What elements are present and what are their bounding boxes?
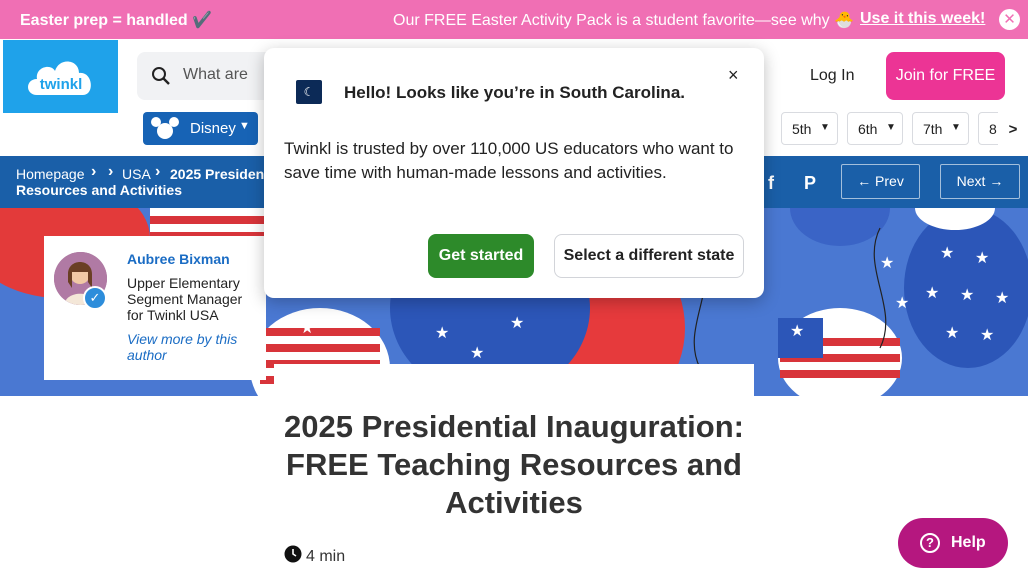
page-title: 2025 Presidential Inauguration: FREE Tea… — [284, 409, 744, 520]
breadcrumb-usa[interactable]: USA — [122, 166, 151, 182]
next-button[interactable]: Next → — [940, 164, 1020, 199]
verified-check-icon: ✓ — [83, 286, 107, 310]
promo-left-text: Easter prep = handled ✔️ — [20, 12, 212, 29]
disney-menu-button[interactable]: Disney ▼ — [143, 112, 258, 145]
author-card: Aubree Bixman Upper Elementary Segment M… — [44, 236, 266, 380]
breadcrumb-current-line2: Resources and Activities — [16, 182, 182, 198]
login-link[interactable]: Log In — [810, 67, 854, 85]
pinterest-icon[interactable]: P — [804, 173, 816, 194]
close-icon[interactable]: ✕ — [999, 9, 1020, 30]
search-icon[interactable] — [151, 66, 171, 86]
clock-icon — [284, 545, 302, 563]
logo-text: twinkl — [39, 76, 82, 93]
chevron-down-icon: ▼ — [886, 122, 896, 133]
svg-text:★: ★ — [925, 283, 939, 302]
modal-close-button[interactable]: × — [728, 65, 739, 86]
twinkl-logo[interactable]: twinkl — [3, 40, 118, 113]
chevron-down-icon: ▼ — [951, 122, 961, 133]
svg-text:★: ★ — [300, 318, 314, 337]
view-more-by-author-link[interactable]: View more by this author — [127, 331, 257, 363]
join-free-button[interactable]: Join for FREE — [886, 52, 1005, 100]
promo-cta-link[interactable]: Use it this week! — [860, 10, 985, 28]
grade-label: 5th — [792, 121, 812, 137]
grade-tab-6th[interactable]: 6th ▼ — [847, 112, 903, 145]
chevron-right-icon: › — [108, 163, 114, 180]
grade-tab-7th[interactable]: 7th ▼ — [912, 112, 969, 145]
cloud-logo-icon: twinkl — [27, 60, 91, 95]
chevron-right-icon: › — [91, 163, 97, 180]
svg-text:★: ★ — [790, 321, 804, 340]
help-button[interactable]: ? Help — [898, 518, 1008, 568]
svg-text:★: ★ — [510, 313, 524, 332]
prev-label: Prev — [875, 173, 904, 189]
question-icon: ? — [920, 533, 940, 553]
grade-label: 6th — [858, 121, 878, 137]
svg-text:★: ★ — [945, 323, 959, 342]
svg-text:★: ★ — [435, 323, 449, 342]
grade-label: 7th — [923, 121, 943, 137]
svg-text:★: ★ — [995, 288, 1009, 307]
svg-text:★: ★ — [880, 253, 894, 272]
svg-text:★: ★ — [895, 293, 909, 312]
chevron-right-icon: › — [155, 163, 161, 180]
get-started-button[interactable]: Get started — [428, 234, 534, 278]
svg-text:★: ★ — [940, 243, 954, 262]
select-different-state-button[interactable]: Select a different state — [554, 234, 744, 278]
modal-body: Twinkl is trusted by over 110,000 US edu… — [284, 139, 734, 182]
author-role: Upper Elementary Segment Manager for Twi… — [127, 275, 243, 323]
promo-middle-text: Our FREE Easter Activity Pack is a stude… — [393, 12, 854, 29]
author-name[interactable]: Aubree Bixman — [127, 251, 230, 267]
mickey-icon — [151, 117, 179, 139]
facebook-icon[interactable]: f — [768, 173, 774, 194]
chevron-down-icon: ▼ — [239, 120, 250, 132]
breadcrumb-current-line1: 2025 President — [170, 166, 265, 182]
next-label: Next — [956, 173, 986, 189]
grade-label: 8 — [989, 121, 997, 137]
disney-label: Disney — [190, 120, 236, 137]
article-header-panel — [274, 364, 754, 404]
svg-text:★: ★ — [975, 248, 989, 267]
breadcrumb-homepage[interactable]: Homepage — [16, 166, 85, 182]
promo-banner: Easter prep = handled ✔️ Our FREE Easter… — [0, 0, 1028, 39]
help-label: Help — [951, 534, 986, 551]
read-time: 4 min — [284, 545, 345, 568]
modal-title: Hello! Looks like you’re in South Caroli… — [344, 83, 685, 102]
svg-text:★: ★ — [980, 325, 994, 344]
prev-button[interactable]: ← Prev — [841, 164, 920, 199]
svg-text:★: ★ — [470, 343, 484, 362]
grade-tab-5th[interactable]: 5th ▼ — [781, 112, 838, 145]
south-carolina-flag-icon: ☾ — [296, 80, 322, 104]
chevron-down-icon: ▼ — [820, 122, 830, 133]
svg-text:★: ★ — [960, 285, 974, 304]
read-time-label: 4 min — [306, 548, 346, 565]
nav-scroll-right-button[interactable]: > — [998, 106, 1028, 154]
location-modal: ☾ Hello! Looks like you’re in South Caro… — [264, 48, 764, 298]
